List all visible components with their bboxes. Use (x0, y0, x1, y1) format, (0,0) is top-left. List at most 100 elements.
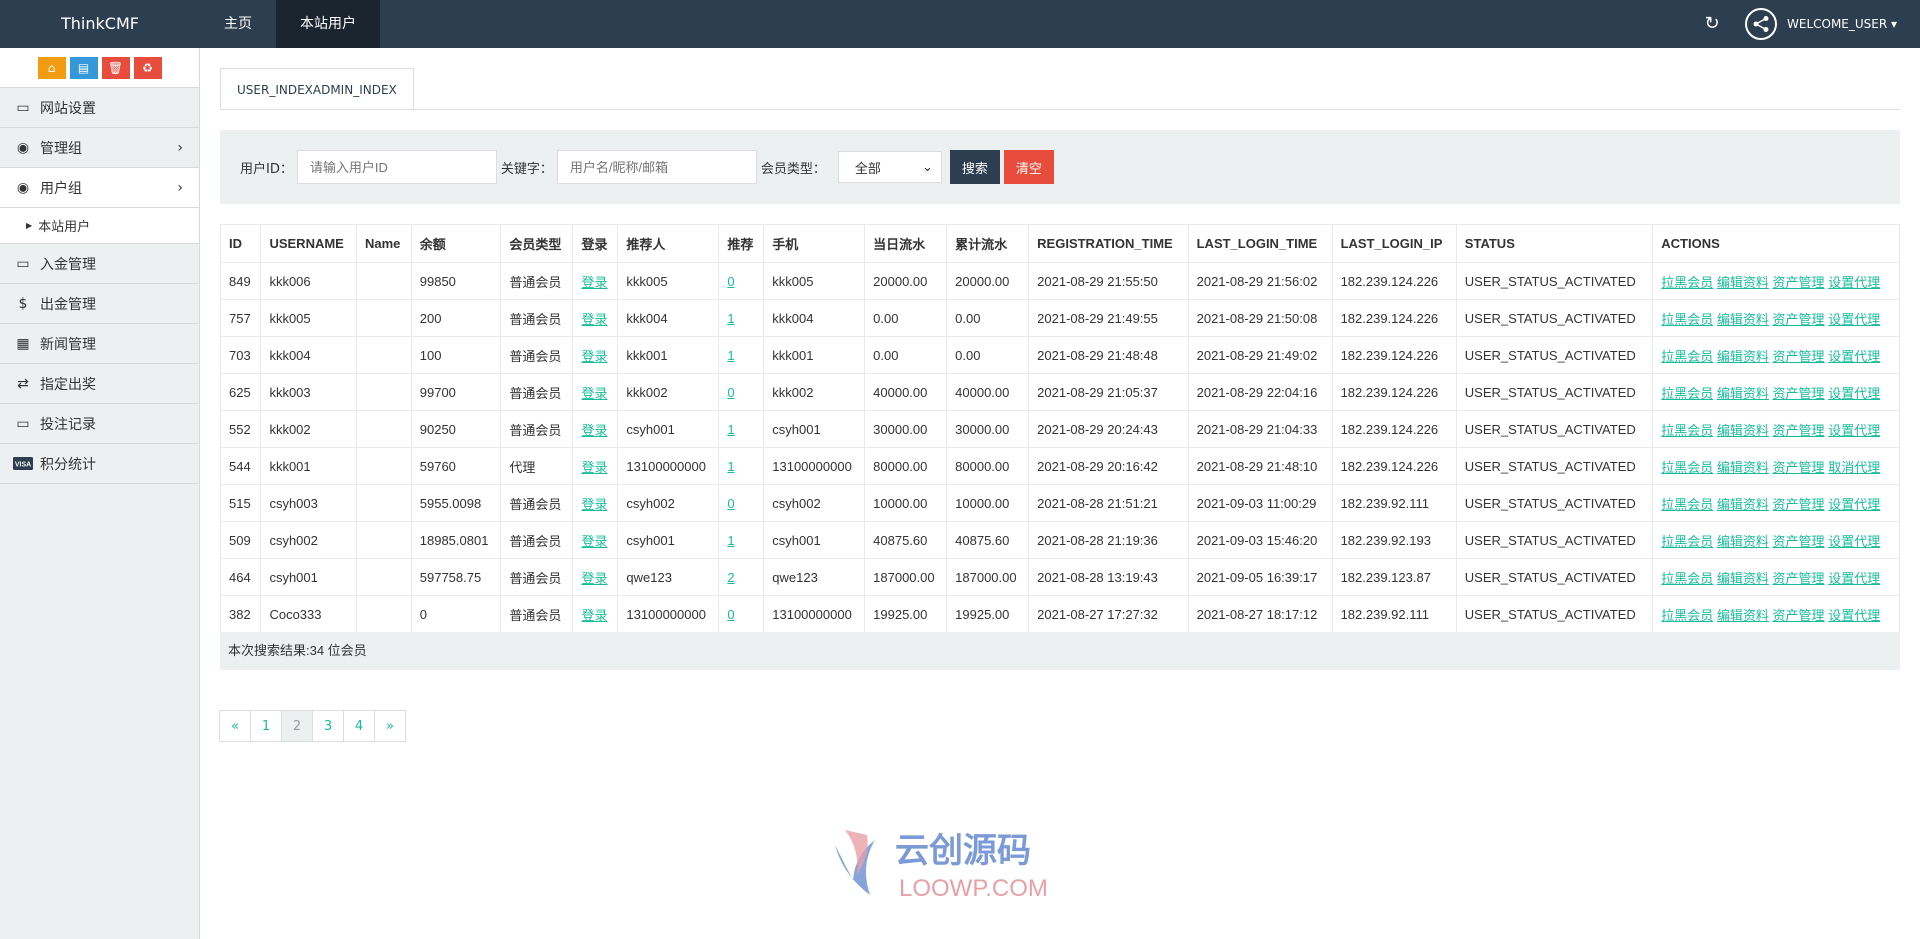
table-cell: 1 (718, 299, 765, 337)
blacklist-link[interactable]: 拉黑会员 (1661, 386, 1713, 401)
asset-manage-link[interactable]: 资产管理 (1773, 312, 1825, 327)
edit-profile-link[interactable]: 编辑资料 (1717, 423, 1769, 438)
agent-toggle-link[interactable]: 设置代理 (1828, 608, 1880, 623)
edit-profile-link[interactable]: 编辑资料 (1717, 386, 1769, 401)
table-cell: 2021-08-29 21:48:48 (1028, 336, 1189, 374)
referrals-link[interactable]: 1 (727, 348, 734, 363)
blacklist-link[interactable]: 拉黑会员 (1661, 608, 1713, 623)
home-icon[interactable]: ⌂ (37, 56, 66, 79)
pager-page[interactable]: 3 (312, 710, 344, 742)
referrals-link[interactable]: 0 (727, 385, 734, 400)
keyword-input[interactable] (556, 150, 757, 184)
file-icon[interactable]: ▤ (69, 56, 98, 79)
referrals-link[interactable]: 1 (727, 533, 734, 548)
login-link[interactable]: 登录 (581, 497, 607, 512)
table-cell: 2021-08-27 18:17:12 (1187, 595, 1333, 633)
agent-toggle-link[interactable]: 设置代理 (1828, 312, 1880, 327)
asset-manage-link[interactable]: 资产管理 (1773, 275, 1825, 290)
sidebar-subitem-site-users[interactable]: ▶ 本站用户 (0, 208, 199, 244)
pager-page[interactable]: 4 (343, 710, 375, 742)
agent-toggle-link[interactable]: 设置代理 (1828, 275, 1880, 290)
edit-profile-link[interactable]: 编辑资料 (1717, 460, 1769, 475)
login-link[interactable]: 登录 (581, 460, 607, 475)
login-link[interactable]: 登录 (581, 608, 607, 623)
username-label[interactable]: WELCOME_USER ▾ (1787, 17, 1897, 31)
edit-profile-link[interactable]: 编辑资料 (1717, 608, 1769, 623)
agent-toggle-link[interactable]: 设置代理 (1828, 571, 1880, 586)
blacklist-link[interactable]: 拉黑会员 (1661, 423, 1713, 438)
login-link[interactable]: 登录 (581, 423, 607, 438)
edit-profile-link[interactable]: 编辑资料 (1717, 275, 1769, 290)
referrals-link[interactable]: 2 (727, 570, 734, 585)
asset-manage-link[interactable]: 资产管理 (1773, 571, 1825, 586)
sidebar-item-points[interactable]: VISA 积分统计 (0, 444, 199, 484)
member-type-select[interactable]: 全部 ⌄ (837, 151, 942, 183)
sidebar-item-admin-group[interactable]: ◉ 管理组 › (0, 128, 199, 168)
login-link[interactable]: 登录 (581, 275, 607, 290)
agent-toggle-link[interactable]: 设置代理 (1828, 497, 1880, 512)
agent-toggle-link[interactable]: 设置代理 (1828, 423, 1880, 438)
column-header: STATUS (1455, 224, 1654, 263)
sidebar-item-prize[interactable]: ⇄ 指定出奖 (0, 364, 199, 404)
blacklist-link[interactable]: 拉黑会员 (1661, 460, 1713, 475)
asset-manage-link[interactable]: 资产管理 (1773, 423, 1825, 438)
login-link[interactable]: 登录 (581, 571, 607, 586)
edit-profile-link[interactable]: 编辑资料 (1717, 312, 1769, 327)
edit-profile-link[interactable]: 编辑资料 (1717, 497, 1769, 512)
sidebar-item-site-settings[interactable]: ▭ 网站设置 (0, 88, 199, 128)
sidebar-item-deposit[interactable]: ▭ 入金管理 (0, 244, 199, 284)
pager-next[interactable]: » (374, 710, 406, 742)
sidebar-item-news[interactable]: ▦ 新闻管理 (0, 324, 199, 364)
referrals-link[interactable]: 1 (727, 459, 734, 474)
table-cell: 0 (718, 262, 765, 300)
sidebar-item-user-group[interactable]: ◉ 用户组 › (0, 168, 199, 208)
table-cell: 10000.00 (864, 484, 948, 522)
table-cell: 40000.00 (946, 373, 1030, 411)
asset-manage-link[interactable]: 资产管理 (1773, 608, 1825, 623)
referrals-link[interactable]: 1 (727, 422, 734, 437)
user-id-input[interactable] (296, 150, 497, 184)
recycle-icon[interactable]: ♻ (133, 56, 162, 79)
agent-toggle-link[interactable]: 设置代理 (1828, 349, 1880, 364)
clear-button[interactable]: 清空 (1003, 150, 1054, 184)
login-link[interactable]: 登录 (581, 534, 607, 549)
user-menu[interactable]: WELCOME_USER ▾ (1745, 8, 1897, 40)
nav-home[interactable]: 主页 (200, 0, 276, 48)
agent-toggle-link[interactable]: 取消代理 (1828, 460, 1880, 475)
login-link[interactable]: 登录 (581, 349, 607, 364)
referrals-link[interactable]: 0 (727, 496, 734, 511)
blacklist-link[interactable]: 拉黑会员 (1661, 349, 1713, 364)
pager-page[interactable]: 2 (281, 710, 313, 742)
refresh-icon[interactable]: ↻ (1700, 12, 1724, 36)
search-button[interactable]: 搜索 (949, 150, 1000, 184)
pager-page[interactable]: 1 (250, 710, 282, 742)
blacklist-link[interactable]: 拉黑会员 (1661, 275, 1713, 290)
edit-profile-link[interactable]: 编辑资料 (1717, 571, 1769, 586)
asset-manage-link[interactable]: 资产管理 (1773, 386, 1825, 401)
edit-profile-link[interactable]: 编辑资料 (1717, 534, 1769, 549)
blacklist-link[interactable]: 拉黑会员 (1661, 571, 1713, 586)
edit-profile-link[interactable]: 编辑资料 (1717, 349, 1769, 364)
nav-site-users[interactable]: 本站用户 (276, 0, 380, 48)
agent-toggle-link[interactable]: 设置代理 (1828, 386, 1880, 401)
blacklist-link[interactable]: 拉黑会员 (1661, 497, 1713, 512)
referrals-link[interactable]: 0 (727, 274, 734, 289)
referrals-link[interactable]: 1 (727, 311, 734, 326)
sidebar-item-bets[interactable]: ▭ 投注记录 (0, 404, 199, 444)
login-link[interactable]: 登录 (581, 386, 607, 401)
table-cell: 登录 (572, 410, 619, 448)
login-link[interactable]: 登录 (581, 312, 607, 327)
agent-toggle-link[interactable]: 设置代理 (1828, 534, 1880, 549)
asset-manage-link[interactable]: 资产管理 (1773, 349, 1825, 364)
asset-manage-link[interactable]: 资产管理 (1773, 534, 1825, 549)
brand-logo[interactable]: ThinkCMF (0, 0, 200, 48)
blacklist-link[interactable]: 拉黑会员 (1661, 534, 1713, 549)
blacklist-link[interactable]: 拉黑会员 (1661, 312, 1713, 327)
tab-user-index[interactable]: USER_INDEXADMIN_INDEX (220, 68, 414, 110)
sidebar-item-withdraw[interactable]: $ 出金管理 (0, 284, 199, 324)
asset-manage-link[interactable]: 资产管理 (1773, 497, 1825, 512)
trash-icon[interactable]: 🗑 (101, 56, 130, 79)
pager-prev[interactable]: « (219, 710, 251, 742)
referrals-link[interactable]: 0 (727, 607, 734, 622)
asset-manage-link[interactable]: 资产管理 (1773, 460, 1825, 475)
